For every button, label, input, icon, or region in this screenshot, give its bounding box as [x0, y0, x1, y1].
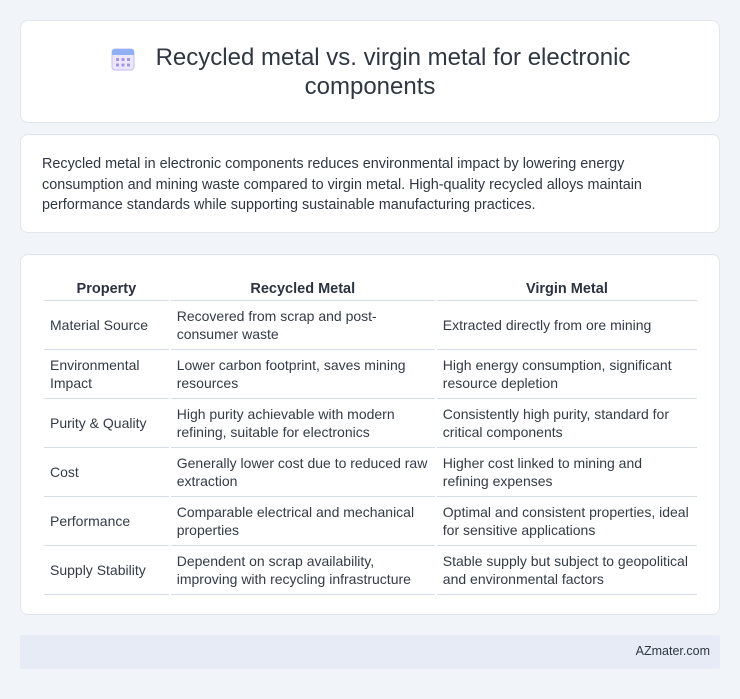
calendar-icon [111, 48, 135, 71]
row-virgin-value: Higher cost linked to mining and refinin… [436, 448, 697, 497]
table-row: Performance Comparable electrical and me… [44, 497, 697, 546]
row-virgin-value: High energy consumption, significant res… [436, 350, 697, 399]
row-recycled-value: Lower carbon footprint, saves mining res… [170, 350, 435, 399]
intro-text: Recycled metal in electronic components … [42, 156, 642, 213]
comparison-card: Property Recycled Metal Virgin Metal Mat… [20, 254, 720, 615]
row-property: Supply Stability [44, 546, 169, 595]
table-header-row: Property Recycled Metal Virgin Metal [44, 273, 697, 301]
title-card: Recycled metal vs. virgin metal for elec… [20, 20, 720, 123]
row-virgin-value: Stable supply but subject to geopolitica… [436, 546, 697, 595]
table-row: Supply Stability Dependent on scrap avai… [44, 546, 697, 595]
title-line-1: Recycled metal vs. virgin metal for elec… [155, 44, 631, 71]
footer-bar: AZmater.com [20, 635, 720, 669]
row-property: Environmental Impact [44, 350, 169, 399]
row-virgin-value: Consistently high purity, standard for c… [436, 399, 697, 448]
header-virgin-metal: Virgin Metal [436, 273, 697, 301]
intro-card: Recycled metal in electronic components … [20, 134, 720, 233]
row-property: Material Source [44, 301, 169, 350]
comparison-table: Property Recycled Metal Virgin Metal Mat… [42, 273, 699, 595]
table-row: Material Source Recovered from scrap and… [44, 301, 697, 350]
table-row: Cost Generally lower cost due to reduced… [44, 448, 697, 497]
row-recycled-value: Recovered from scrap and post-consumer w… [170, 301, 435, 350]
footer-brand[interactable]: AZmater.com [636, 644, 710, 658]
title-line-2: components [304, 73, 436, 100]
row-property: Purity & Quality [44, 399, 169, 448]
header-recycled-metal: Recycled Metal [170, 273, 435, 301]
row-recycled-value: Generally lower cost due to reduced raw … [170, 448, 435, 497]
header-property: Property [44, 273, 169, 301]
row-recycled-value: Comparable electrical and mechanical pro… [170, 497, 435, 546]
row-property: Cost [44, 448, 169, 497]
row-recycled-value: Dependent on scrap availability, improvi… [170, 546, 435, 595]
row-virgin-value: Extracted directly from ore mining [436, 301, 697, 350]
table-row: Purity & Quality High purity achievable … [44, 399, 697, 448]
page-title: Recycled metal vs. virgin metal for elec… [21, 43, 719, 101]
row-recycled-value: High purity achievable with modern refin… [170, 399, 435, 448]
row-property: Performance [44, 497, 169, 546]
row-virgin-value: Optimal and consistent properties, ideal… [436, 497, 697, 546]
table-row: Environmental Impact Lower carbon footpr… [44, 350, 697, 399]
